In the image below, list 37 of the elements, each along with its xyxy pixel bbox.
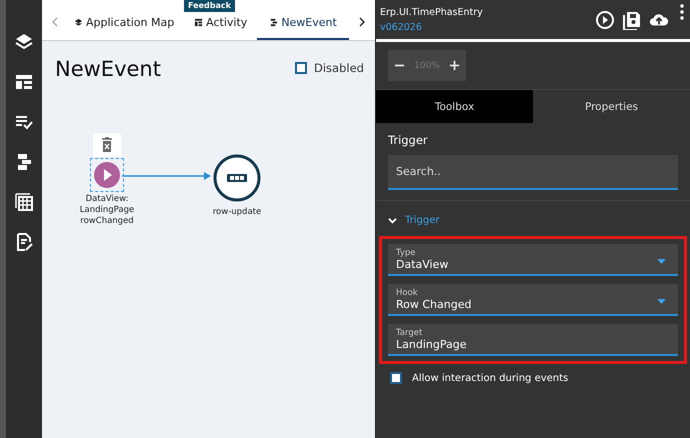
checkbox[interactable] <box>295 62 307 74</box>
text-field[interactable]: Target LandingPage <box>388 324 678 356</box>
checkbox-label: Disabled <box>314 61 364 75</box>
tab[interactable]: Activity <box>184 16 258 40</box>
play-icon[interactable] <box>595 10 615 30</box>
edit-document-icon[interactable] <box>14 232 34 252</box>
save-icon[interactable] <box>622 10 642 30</box>
layers-icon[interactable] <box>14 32 34 52</box>
dropdown[interactable]: Hook Row Changed <box>388 284 678 316</box>
layout-icon <box>194 18 204 27</box>
dropdown[interactable]: Type DataView <box>388 244 678 276</box>
section-toggle[interactable]: Trigger <box>376 200 690 236</box>
grid-icon[interactable] <box>14 192 34 212</box>
checkbox-label: Allow interaction during events <box>412 372 568 384</box>
dropdown-arrow-icon <box>657 259 666 264</box>
tab[interactable]: NewEvent <box>257 16 349 40</box>
delete-icon[interactable] <box>93 133 121 157</box>
layout-icon[interactable] <box>14 72 34 92</box>
node-label: DataView: LandingPage rowChanged <box>80 194 134 227</box>
chevron-icon <box>388 216 397 225</box>
checkbox[interactable] <box>390 372 402 384</box>
panel-tab[interactable]: Properties <box>533 90 690 123</box>
page-title: NewEvent <box>55 57 161 81</box>
version-link[interactable]: v062026 <box>380 22 588 32</box>
plus-icon[interactable] <box>448 60 460 71</box>
section-heading: Trigger <box>388 133 429 147</box>
app-name: Erp.UI.TimePhasEntry <box>380 6 484 18</box>
chevron-right-icon[interactable] <box>359 17 365 27</box>
tab[interactable]: Application Map <box>64 16 184 40</box>
node-label: row-update <box>212 207 262 218</box>
feedback-tab[interactable]: Feedback <box>184 0 235 12</box>
more-icon[interactable] <box>680 4 684 20</box>
search-field[interactable]: Search.. <box>388 155 678 190</box>
panel-tab[interactable]: Toolbox <box>376 90 533 123</box>
dropdown-arrow-icon <box>657 299 666 304</box>
flow-icon <box>269 18 278 27</box>
layers-icon <box>74 18 83 27</box>
